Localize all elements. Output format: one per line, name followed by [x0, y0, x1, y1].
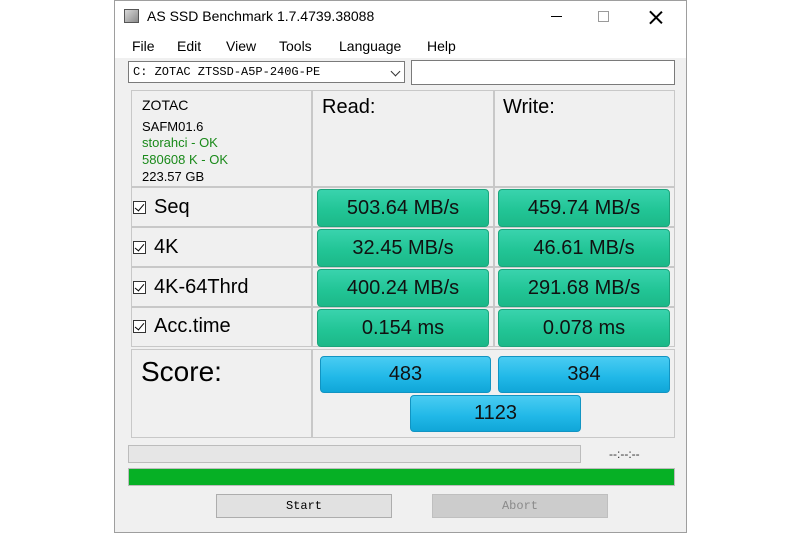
write-score: 384 [498, 356, 670, 393]
alignment-status: 580608 K - OK [142, 152, 228, 167]
overall-progress-fill [129, 469, 674, 485]
menu-bar: File Edit View Tools Language Help [115, 32, 686, 58]
4k-read-result: 32.45 MB/s [317, 229, 489, 267]
read-score: 483 [320, 356, 491, 393]
menu-view[interactable]: View [226, 38, 256, 54]
drive-firmware: SAFM01.6 [142, 119, 204, 134]
drive-capacity: 223.57 GB [142, 169, 205, 184]
menu-edit[interactable]: Edit [177, 38, 201, 54]
minimize-icon [550, 16, 562, 17]
maximize-icon [597, 11, 609, 22]
test-acc-time[interactable]: Acc.time [133, 315, 231, 338]
acc-time-label: Acc.time [154, 315, 231, 337]
close-button[interactable] [633, 1, 679, 32]
abort-button[interactable]: Abort [432, 494, 608, 518]
acc-time-read-result: 0.154 ms [317, 309, 489, 347]
acc-time-write-result: 0.078 ms [498, 309, 670, 347]
window-title: AS SSD Benchmark 1.7.4739.38088 [147, 8, 375, 24]
start-button[interactable]: Start [216, 494, 392, 518]
4k-label: 4K [154, 236, 179, 258]
acc-time-checkbox[interactable] [133, 320, 146, 333]
driver-status: storahci - OK [142, 135, 218, 150]
read-column-header: Read: [322, 96, 376, 118]
menu-help[interactable]: Help [427, 38, 456, 54]
drive-select[interactable]: C: ZOTAC ZTSSD-A5P-240G-PE [128, 61, 405, 83]
menu-file[interactable]: File [132, 38, 155, 54]
drive-select-value: C: ZOTAC ZTSSD-A5P-240G-PE [133, 65, 321, 79]
write-column-header: Write: [503, 96, 555, 118]
menu-tools[interactable]: Tools [279, 38, 312, 54]
maximize-button[interactable] [580, 1, 626, 32]
app-window: AS SSD Benchmark 1.7.4739.38088 File Edi… [114, 0, 687, 533]
seq-write-result: 459.74 MB/s [498, 189, 670, 227]
close-icon [649, 10, 663, 24]
minimize-button[interactable] [533, 1, 579, 32]
score-label: Score: [141, 356, 222, 387]
test-4k-64thrd[interactable]: 4K-64Thrd [133, 276, 249, 299]
4k-64thrd-checkbox[interactable] [133, 281, 146, 294]
seq-checkbox[interactable] [133, 201, 146, 214]
title-bar: AS SSD Benchmark 1.7.4739.38088 [115, 1, 686, 32]
4k-64thrd-write-result: 291.68 MB/s [498, 269, 670, 307]
app-icon [124, 9, 139, 23]
4k-checkbox[interactable] [133, 241, 146, 254]
overall-progress-bar [128, 468, 675, 486]
menu-language[interactable]: Language [339, 38, 401, 54]
text-field[interactable] [411, 60, 675, 85]
seq-read-result: 503.64 MB/s [317, 189, 489, 227]
elapsed-time: --:--:-- [609, 447, 640, 461]
chevron-down-icon [390, 66, 401, 77]
test-progress-bar [128, 445, 581, 463]
total-score: 1123 [410, 395, 581, 432]
drive-vendor: ZOTAC [142, 97, 189, 113]
4k-64thrd-label: 4K-64Thrd [154, 276, 249, 298]
4k-write-result: 46.61 MB/s [498, 229, 670, 267]
test-4k[interactable]: 4K [133, 236, 178, 259]
seq-label: Seq [154, 196, 190, 218]
test-seq[interactable]: Seq [133, 196, 190, 219]
4k-64thrd-read-result: 400.24 MB/s [317, 269, 489, 307]
